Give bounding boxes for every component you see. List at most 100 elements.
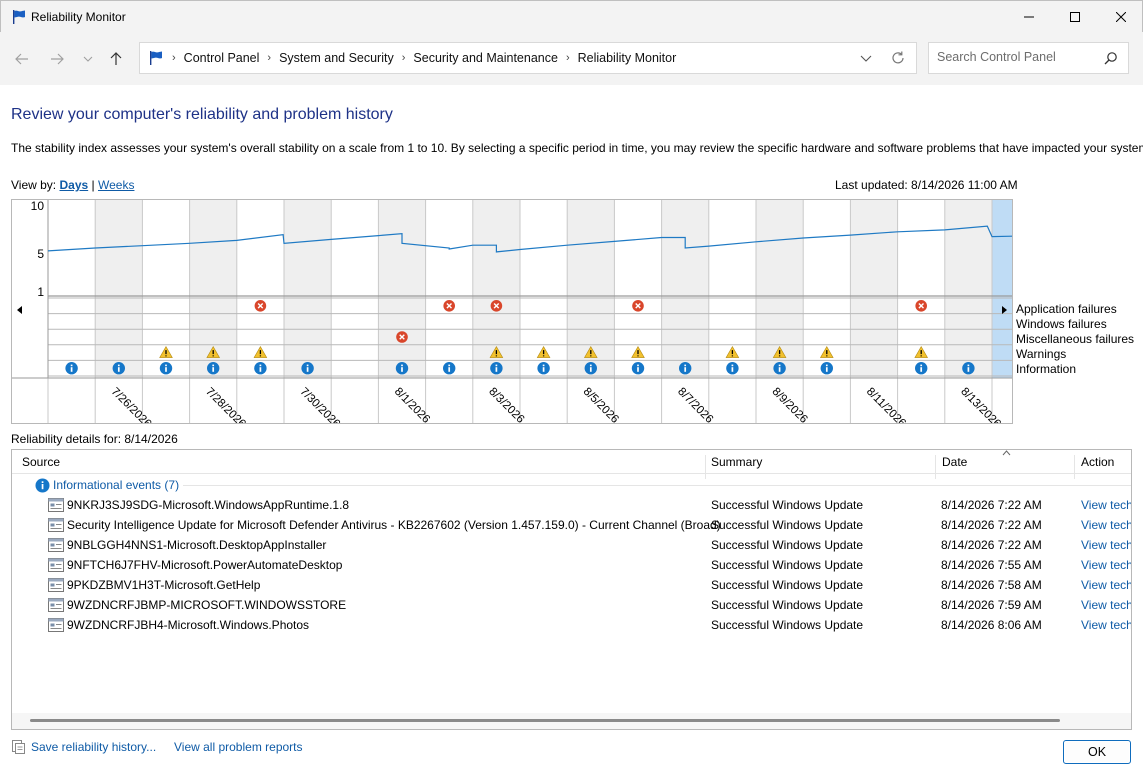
- breadcrumb-system-and-security[interactable]: System and Security: [279, 51, 394, 65]
- info-icon[interactable]: [915, 362, 928, 375]
- info-icon[interactable]: [65, 362, 78, 375]
- info-icon[interactable]: [584, 362, 597, 375]
- column-source[interactable]: Source: [22, 455, 60, 469]
- day-column[interactable]: [284, 200, 332, 378]
- view-technical-details-link[interactable]: View technical details: [1081, 598, 1131, 612]
- view-technical-details-link[interactable]: View technical details: [1081, 558, 1131, 572]
- scroll-left-icon[interactable]: [17, 306, 22, 314]
- chart-canvas: 10517/26/2026 7/28/2026 7/30/2026 8/1/2026 8…: [12, 200, 1012, 423]
- group-informational-events[interactable]: Informational events (7): [35, 476, 179, 494]
- info-icon[interactable]: [726, 362, 739, 375]
- breadcrumb-separator-icon: ›: [267, 52, 272, 64]
- footer: [0, 730, 1143, 774]
- error-icon[interactable]: [443, 300, 456, 312]
- error-icon[interactable]: [396, 331, 408, 343]
- info-icon[interactable]: [679, 362, 692, 375]
- info-icon[interactable]: [962, 362, 975, 375]
- breadcrumb-control-panel[interactable]: Control Panel: [184, 51, 260, 65]
- column-date[interactable]: Date: [942, 455, 967, 469]
- arrow-left-icon: [15, 53, 28, 65]
- flag-icon: [13, 10, 25, 24]
- day-column[interactable]: [850, 200, 898, 378]
- table-row[interactable]: 9NBLGGH4NNS1-Microsoft.DesktopAppInstall…: [12, 535, 1131, 555]
- breadcrumb-security-and-maintenance[interactable]: Security and Maintenance: [413, 51, 558, 65]
- info-icon[interactable]: [443, 362, 456, 375]
- info-icon[interactable]: [395, 362, 409, 375]
- info-icon[interactable]: [490, 362, 503, 375]
- recent-locations-button[interactable]: [77, 48, 99, 70]
- info-icon[interactable]: [254, 362, 267, 375]
- back-button[interactable]: [11, 48, 33, 70]
- address-bar[interactable]: › Control Panel › System and Security › …: [139, 42, 917, 74]
- info-icon[interactable]: [301, 362, 314, 375]
- search-input[interactable]: [937, 50, 1097, 64]
- scrollbar-thumb[interactable]: [30, 719, 1060, 722]
- info-icon[interactable]: [112, 362, 126, 375]
- minimize-button[interactable]: [1006, 1, 1052, 32]
- column-divider[interactable]: [935, 455, 936, 479]
- row-date: 8/14/2026 7:22 AM: [941, 538, 1042, 552]
- legend-windows-failures: Windows failures: [1016, 317, 1107, 331]
- row-summary: Successful Windows Update: [711, 578, 864, 592]
- address-dropdown-icon[interactable]: [860, 51, 872, 65]
- table-row[interactable]: Security Intelligence Update for Microso…: [12, 515, 1131, 535]
- close-button[interactable]: [1098, 1, 1143, 32]
- reliability-chart[interactable]: 10 5 1 7/26/2026 7/28/2026 7/30/2026 8/1/2026 8…: [11, 199, 1013, 424]
- day-column[interactable]: [378, 200, 426, 378]
- search-icon[interactable]: [1104, 51, 1118, 65]
- row-source-text: 9NBLGGH4NNS1-Microsoft.DesktopAppInstall…: [67, 538, 327, 552]
- day-column[interactable]: [661, 200, 709, 378]
- view-technical-details-link[interactable]: View technical details: [1081, 578, 1131, 592]
- view-days-link[interactable]: Days: [59, 178, 88, 192]
- row-summary: Successful Windows Update: [711, 538, 864, 552]
- view-by: View by: Days | Weeks: [11, 178, 134, 192]
- info-icon[interactable]: [159, 362, 173, 375]
- column-action[interactable]: Action: [1081, 455, 1114, 469]
- day-column[interactable]: [331, 200, 379, 378]
- day-column[interactable]: [425, 200, 473, 378]
- column-summary[interactable]: Summary: [711, 455, 762, 469]
- error-icon[interactable]: [915, 300, 927, 312]
- breadcrumb-reliability-monitor[interactable]: Reliability Monitor: [578, 51, 677, 65]
- y-tick-label: 10: [31, 200, 45, 213]
- column-divider[interactable]: [705, 455, 706, 479]
- info-icon[interactable]: [537, 362, 550, 375]
- table-row[interactable]: 9PKDZBMV1H3T-Microsoft.GetHelp Successful…: [12, 575, 1131, 595]
- save-reliability-history-link[interactable]: Save reliability history...: [31, 740, 156, 754]
- error-icon[interactable]: [490, 300, 503, 312]
- view-technical-details-link[interactable]: View technical details: [1081, 518, 1131, 532]
- table-row[interactable]: 9WZDNCRFJBH4-Microsoft.Windows.Photos Suc…: [12, 615, 1131, 635]
- row-source: 9NFTCH6J7FHV-Microsoft.PowerAutomateDesk…: [48, 558, 342, 572]
- update-entry-icon: [48, 598, 64, 612]
- table-row[interactable]: 9WZDNCRFJBMP-MICROSOFT.WINDOWSSTORE Succe…: [12, 595, 1131, 615]
- day-column[interactable]: [48, 200, 96, 378]
- view-technical-details-link[interactable]: View technical details: [1081, 618, 1131, 632]
- info-icon[interactable]: [773, 362, 786, 375]
- forward-button[interactable]: [46, 48, 68, 70]
- view-technical-details-link[interactable]: View technical details: [1081, 538, 1131, 552]
- row-date: 8/14/2026 8:06 AM: [941, 618, 1042, 632]
- up-button[interactable]: [105, 48, 127, 70]
- day-column[interactable]: [992, 200, 1012, 378]
- error-icon[interactable]: [632, 300, 644, 312]
- table-row[interactable]: 9NKRJ3SJ9SDG-Microsoft.WindowsAppRuntime…: [12, 495, 1131, 515]
- day-column[interactable]: [95, 200, 143, 378]
- group-divider: [183, 485, 1131, 486]
- table-row[interactable]: 9NFTCH6J7FHV-Microsoft.PowerAutomateDesk…: [12, 555, 1131, 575]
- error-icon[interactable]: [254, 300, 267, 312]
- info-icon[interactable]: [820, 362, 833, 375]
- breadcrumb-separator-icon: ›: [172, 52, 176, 64]
- column-divider[interactable]: [1074, 455, 1075, 479]
- x-tick-label: 8/13/2026: [958, 386, 1003, 423]
- maximize-button[interactable]: [1052, 1, 1098, 32]
- view-all-problem-reports-link[interactable]: View all problem reports: [174, 740, 303, 754]
- view-weeks-link[interactable]: Weeks: [98, 178, 134, 192]
- search-box[interactable]: [928, 42, 1129, 74]
- info-icon[interactable]: [631, 362, 645, 375]
- info-icon[interactable]: [207, 362, 220, 375]
- view-technical-details-link[interactable]: View technical details: [1081, 498, 1131, 512]
- ok-button[interactable]: OK: [1063, 740, 1131, 764]
- row-source-text: 9WZDNCRFJBMP-MICROSOFT.WINDOWSSTORE: [67, 598, 347, 612]
- window-title: Reliability Monitor: [31, 10, 126, 24]
- refresh-icon[interactable]: [890, 50, 906, 66]
